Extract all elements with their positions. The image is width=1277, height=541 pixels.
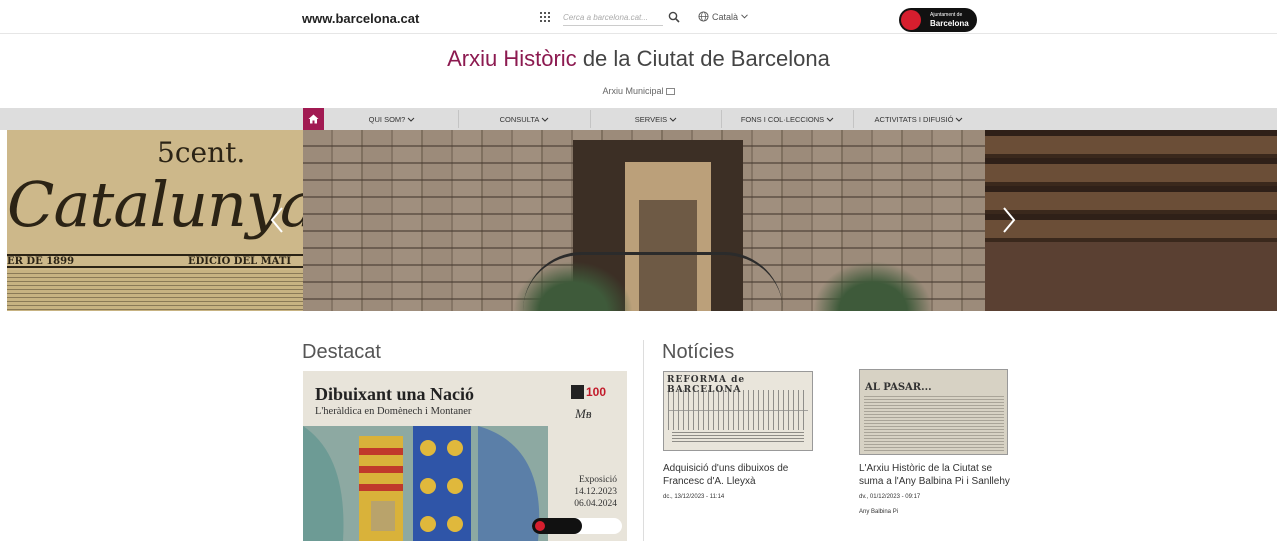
destacat-heading: Destacat (302, 341, 381, 363)
slide-library[interactable] (985, 130, 1277, 311)
nav-item-label: Qui som? (368, 114, 406, 124)
news-title-link[interactable]: Adquisició d'uns dibuixos de Francesc d'… (663, 462, 813, 488)
exhibition-start-date: 14.12.2023 (574, 487, 617, 497)
ajuntament-mini-logo (532, 518, 582, 534)
home-button[interactable] (303, 108, 324, 130)
page-title-rest: de la Ciutat de Barcelona (582, 46, 830, 71)
newspaper-text (864, 396, 1004, 452)
featured-exhibition-poster[interactable]: Dibuixant una Nació L'heràldica en Domèn… (303, 371, 627, 541)
search-input[interactable] (563, 10, 663, 26)
palm-plant-left (513, 261, 633, 311)
poster-subtitle: L'heràldica en Domènech i Montaner (315, 406, 472, 417)
nav-item-label: Serveis (634, 114, 668, 124)
chevron-down-icon (741, 14, 748, 19)
news-date: dv., 01/12/2023 - 09:17 (859, 494, 921, 500)
exhibition-type: Exposició (579, 475, 617, 485)
coat-of-arms-icon (901, 10, 921, 30)
nav-item-activitats[interactable]: Activitats i difusió (854, 108, 984, 130)
library-floor (985, 242, 1277, 311)
anniversary-badge: 100 (571, 385, 611, 399)
noticies-heading: Notícies (662, 341, 735, 363)
newspaper-date: ER DE 1899 (7, 256, 75, 267)
chevron-down-icon (407, 117, 415, 122)
portrait-icon (571, 385, 584, 399)
barcelona-cat-link[interactable]: www.barcelona.cat (302, 11, 419, 26)
coat-of-arms-icon (535, 521, 545, 531)
chevron-left-icon (270, 207, 283, 233)
ajuntament-logo[interactable]: Ajuntament de Barcelona (899, 8, 977, 32)
news-image-newspaper[interactable]: AL PASAR... (859, 369, 1008, 455)
news-date: dc., 13/12/2023 - 11:14 (663, 494, 725, 500)
exhibition-info: Exposició 14.12.2023 06.04.2024 (555, 474, 617, 510)
apps-grid-icon[interactable] (540, 12, 550, 22)
chevron-down-icon (669, 117, 677, 122)
poster-sponsor-logos (532, 518, 622, 534)
nav-item-qui-som[interactable]: Qui som? (326, 108, 458, 130)
column-divider (643, 340, 644, 541)
newspaper-price: 5cent. (157, 136, 246, 169)
palm-plant-right (813, 261, 933, 311)
chevron-right-icon (1003, 207, 1016, 233)
newspaper-masthead: Catalunya (7, 168, 303, 241)
nav-item-fons[interactable]: Fons i col·leccions (722, 108, 853, 130)
hero-carousel: 5cent. Catalunya ER DE 1899 EDICIÓ DEL M… (7, 130, 1277, 311)
chevron-down-icon (542, 117, 549, 122)
nav-item-serveis[interactable]: Serveis (591, 108, 721, 130)
subtitle-label: Arxiu Municipal (602, 86, 664, 96)
external-link-icon (665, 88, 675, 95)
drawing-caption (672, 432, 804, 444)
poster-title: Dibuixant una Nació (315, 384, 475, 404)
slide-building-facade[interactable] (303, 130, 985, 311)
carousel-prev-button[interactable] (265, 200, 289, 240)
logo-line2: Barcelona (930, 19, 969, 28)
slide-newspaper[interactable]: 5cent. Catalunya ER DE 1899 EDICIÓ DEL M… (7, 130, 303, 311)
nav-item-consulta[interactable]: Consulta (459, 108, 590, 130)
chevron-down-icon (956, 117, 963, 122)
logo-line1: Ajuntament de (930, 12, 963, 18)
nav-item-label: Activitats i difusió (874, 114, 954, 124)
exhibition-end-date: 06.04.2024 (574, 499, 617, 509)
carousel-next-button[interactable] (997, 200, 1021, 240)
page-title: Arxiu Històric de la Ciutat de Barcelona (0, 46, 1277, 72)
newspaper-dateline: ER DE 1899 EDICIÓ DEL MATÍ (7, 254, 303, 268)
language-selector[interactable]: Català (698, 11, 748, 22)
chevron-down-icon (826, 117, 834, 122)
anniversary-number: 100 (586, 385, 607, 399)
nav-item-label: Fons i col·leccions (740, 114, 825, 124)
news-tag[interactable]: Any Balbina Pi (859, 509, 898, 515)
subtitle-link[interactable]: Arxiu Municipal (0, 86, 1277, 96)
top-bar: www.barcelona.cat Català Ajuntament de B… (0, 0, 1277, 34)
page-title-accent[interactable]: Arxiu Històric (447, 46, 577, 71)
news-image-reforma[interactable]: REFORMA de BARCELONA (663, 371, 813, 451)
heraldry-illustration (303, 426, 548, 541)
news-image-heading: AL PASAR... (865, 382, 932, 393)
newspaper-edition: EDICIÓ DEL MATÍ (187, 256, 291, 267)
language-label: Català (712, 11, 739, 22)
city-drawing (668, 390, 808, 430)
home-icon (308, 114, 319, 124)
globe-icon (698, 11, 709, 22)
monogram-logo: Mᴃ (575, 406, 592, 421)
nav-item-label: Consulta (499, 114, 540, 124)
news-title-link[interactable]: L'Arxiu Històric de la Ciutat se suma a … (859, 462, 1019, 488)
newspaper-text-block (7, 270, 303, 311)
search-icon[interactable] (668, 11, 680, 23)
